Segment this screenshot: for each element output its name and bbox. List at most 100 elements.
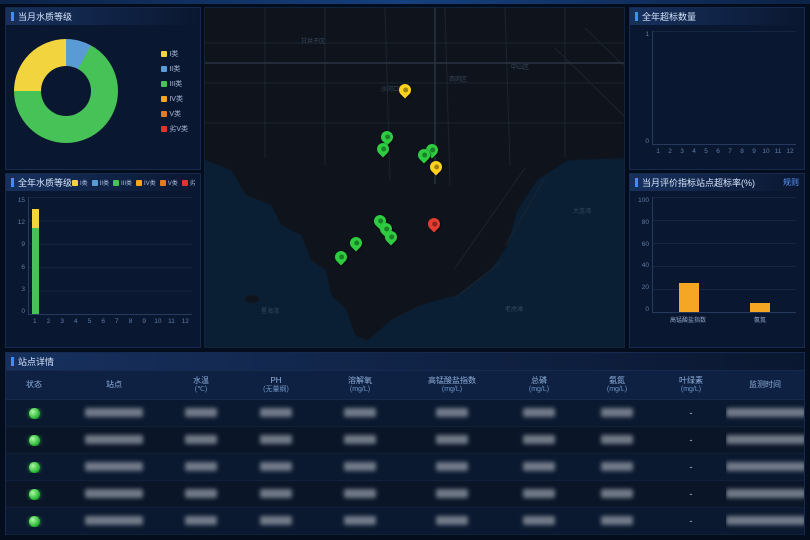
- panel-annual-grade: 全年水质等级 I类II类III类IV类V类劣V类 15129630 123456…: [5, 173, 201, 348]
- legend-swatch: [161, 81, 167, 87]
- bar-slot: [151, 197, 165, 314]
- redacted-text: [436, 462, 468, 471]
- legend-label: V类: [168, 178, 178, 187]
- redacted-text: [85, 435, 143, 444]
- redacted-text: [436, 435, 468, 444]
- value-cell: [500, 458, 578, 476]
- rate-plot: [652, 197, 796, 313]
- bar-slot: [56, 197, 70, 314]
- column-header: 总磷(mg/L): [500, 371, 578, 399]
- station-cell: [62, 458, 166, 476]
- redacted-text: [260, 516, 292, 525]
- axis-tick: 5: [83, 318, 97, 325]
- column-unit: (mg/L): [350, 386, 370, 395]
- map-label: 甘井子区: [301, 36, 325, 45]
- bar-segment: [32, 228, 39, 314]
- legend-swatch: [161, 66, 167, 72]
- rate-yaxis: 100806040200: [634, 197, 652, 313]
- column-label: 站点: [106, 380, 122, 390]
- redacted-text: [601, 408, 633, 417]
- axis-tick: 氨氮: [724, 315, 796, 324]
- rate-bars: [653, 197, 796, 312]
- redacted-text: [523, 435, 555, 444]
- legend-item: 劣V类: [161, 124, 188, 134]
- value-cell: [236, 512, 316, 530]
- redacted-text: [85, 462, 143, 471]
- redacted-text: [601, 489, 633, 498]
- table-row[interactable]: -: [6, 481, 804, 508]
- value-cell: [166, 485, 236, 503]
- legend-label: II类: [169, 64, 180, 74]
- redacted-text: [260, 489, 292, 498]
- bar-slot: [110, 197, 124, 314]
- table-row[interactable]: -: [6, 400, 804, 427]
- axis-tick: 9: [748, 148, 760, 155]
- legend-swatch: [161, 111, 167, 117]
- axis-tick: 100: [638, 197, 649, 204]
- rule-link[interactable]: 规则: [783, 177, 799, 188]
- chlorophyll-cell: -: [656, 462, 726, 472]
- panel-monthly-rate: 当月评价指标站点超标率(%) 规则 100806040200 高锰酸盐指数氨氮: [629, 173, 805, 348]
- bar-slot: [138, 197, 152, 314]
- map[interactable]: 甘井子区沙河口区西岗区中山区大连湾星海湾老虎滩: [204, 7, 625, 348]
- annual-plot: [28, 197, 192, 315]
- station-cell: [62, 512, 166, 530]
- value-cell: [404, 512, 500, 530]
- value-cell: [404, 404, 500, 422]
- station-cell: [62, 485, 166, 503]
- redacted-text: [726, 516, 804, 525]
- redacted-text: [185, 489, 217, 498]
- redacted-text: [726, 462, 804, 471]
- title-accent: [635, 178, 638, 187]
- legend-item: II类: [92, 178, 109, 187]
- value-cell: [578, 512, 656, 530]
- value-cell: [404, 458, 500, 476]
- map-pin[interactable]: [348, 235, 365, 252]
- table-row[interactable]: -: [6, 427, 804, 454]
- value-cell: [316, 458, 404, 476]
- bar: [679, 283, 699, 312]
- column-unit: (无量纲): [263, 386, 289, 395]
- station-cell: [62, 431, 166, 449]
- value-cell: [316, 485, 404, 503]
- panel-monthly-grade: 当月水质等级 I类II类III类IV类V类劣V类: [5, 7, 201, 170]
- value-cell: [404, 431, 500, 449]
- donut-chart: [14, 39, 118, 143]
- panel-header: 当月评价指标站点超标率(%) 规则: [630, 174, 804, 191]
- panel-header: 站点详情: [6, 353, 804, 370]
- chlorophyll-cell: -: [656, 408, 726, 418]
- redacted-text: [436, 408, 468, 417]
- column-header: 高锰酸盐指数(mg/L): [404, 371, 500, 399]
- column-label: 水温: [193, 376, 209, 386]
- column-label: 总磷: [531, 376, 547, 386]
- axis-tick: 15: [18, 197, 25, 204]
- table-row[interactable]: -: [6, 454, 804, 481]
- time-cell: [726, 485, 804, 503]
- legend-item: 劣V类: [182, 178, 195, 187]
- status-dot-green: [29, 435, 40, 446]
- column-header: 监测时间: [726, 371, 804, 399]
- map-pin[interactable]: [426, 216, 443, 233]
- table-row[interactable]: -: [6, 508, 804, 535]
- redacted-text: [344, 516, 376, 525]
- bar-slot: [178, 197, 192, 314]
- redacted-text: [523, 408, 555, 417]
- status-dot-green: [29, 408, 40, 419]
- panel-header: 当月水质等级: [6, 8, 200, 25]
- axis-tick: 60: [642, 241, 649, 248]
- map-pin[interactable]: [428, 159, 445, 176]
- exceed-yaxis: 10: [634, 31, 652, 145]
- legend-label: III类: [169, 79, 182, 89]
- legend-label: IV类: [169, 94, 183, 104]
- redacted-text: [85, 408, 143, 417]
- redacted-text: [344, 462, 376, 471]
- redacted-text: [260, 435, 292, 444]
- axis-tick: 0: [645, 306, 649, 313]
- redacted-text: [436, 489, 468, 498]
- map-pin[interactable]: [333, 249, 350, 266]
- map-label: 星海湾: [261, 306, 279, 315]
- value-cell: [500, 485, 578, 503]
- axis-tick: 4: [688, 148, 700, 155]
- axis-tick: 3: [55, 318, 69, 325]
- redacted-text: [436, 516, 468, 525]
